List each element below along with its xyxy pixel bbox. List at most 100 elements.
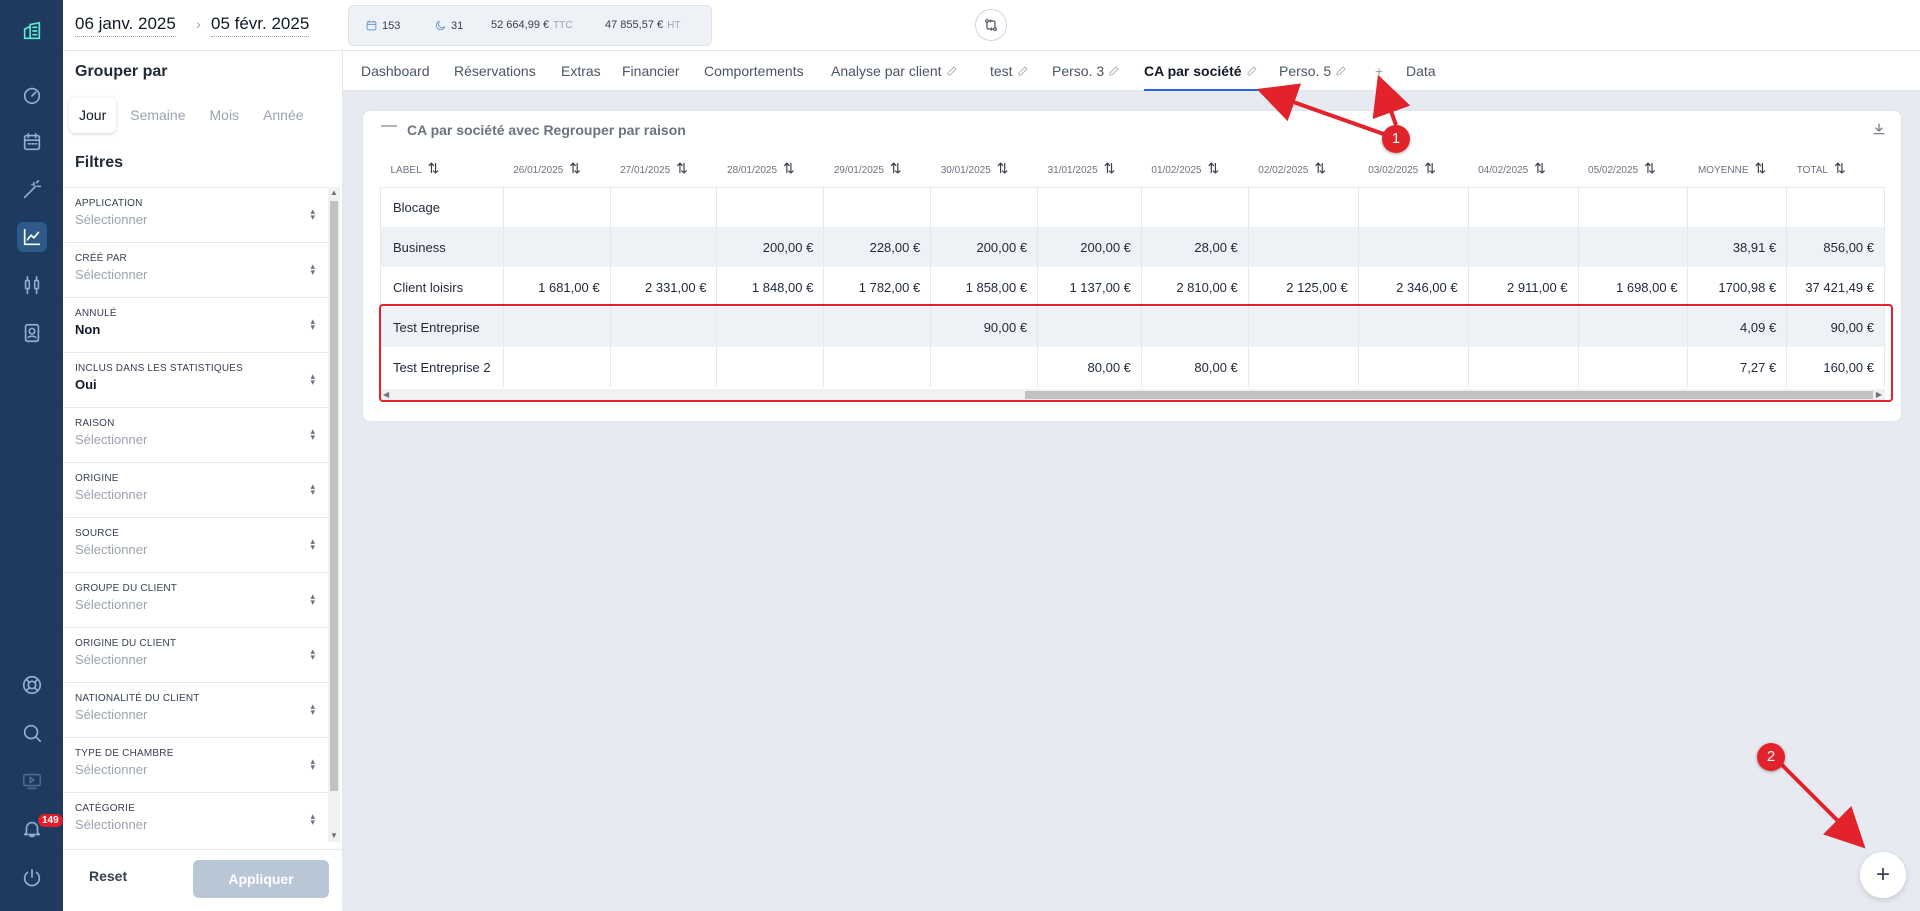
filter-select[interactable]: ORIGINE Sélectionner ▴ ▾ [63,462,329,517]
row-label: Blocage [380,186,504,227]
sort-icon[interactable]: ⇅ [1644,160,1656,176]
add-tab-button[interactable]: + [1375,63,1383,79]
filter-select[interactable]: GROUPE DU CLIENT Sélectionner ▴ ▾ [63,572,329,627]
column-header[interactable]: TOTAL ⇅ [1787,151,1885,187]
select-chevron-icon: ▴ ▾ [310,591,315,607]
filter-value: Sélectionner [75,762,148,777]
notification-badge: 149 [38,814,63,827]
filter-label: CRÉÉ PAR [75,253,127,264]
search-icon[interactable] [17,718,47,748]
column-header[interactable]: 01/02/2025 ⇅ [1141,151,1248,187]
column-header[interactable]: MOYENNE ⇅ [1688,151,1787,187]
filter-label: INCLUS DANS LES STATISTIQUES [75,363,244,374]
filter-select[interactable]: NATIONALITÉ DU CLIENT Sélectionner ▴ ▾ [63,682,329,737]
column-header[interactable]: LABEL ⇅ [381,151,504,187]
filter-label: ORIGINE [75,473,119,484]
collapse-button[interactable]: — [381,117,397,135]
tab-test[interactable]: test [990,63,1029,79]
sort-icon[interactable]: ⇅ [1755,160,1767,176]
filter-select[interactable]: ORIGINE DU CLIENT Sélectionner ▴ ▾ [63,627,329,682]
tab-data[interactable]: Data [1406,63,1436,79]
select-chevron-icon: ▴ ▾ [310,481,315,497]
support-lifebuoy-icon[interactable] [17,670,47,700]
group-by-title: Grouper par [75,63,168,80]
filter-select[interactable]: CATÉGORIE Sélectionner ▴ ▾ [63,792,329,842]
filter-select[interactable]: CRÉÉ PAR Sélectionner ▴ ▾ [63,242,329,297]
filter-select[interactable]: APPLICATION Sélectionner ▴ ▾ [63,187,329,242]
sort-icon[interactable]: ⇅ [1424,160,1436,176]
column-header[interactable]: 02/02/2025 ⇅ [1248,151,1358,187]
reset-button[interactable]: Reset [89,868,127,884]
contact-book-icon[interactable] [17,318,47,348]
date-end[interactable]: 05 févr. 2025 [211,14,310,37]
tab-perso-3[interactable]: Perso. 3 [1052,63,1120,79]
power-icon[interactable] [17,863,47,893]
top-bar: 06 janv. 2025 › 05 févr. 2025 153 31 52 … [63,0,1920,51]
stat-nights: 31 [434,19,463,32]
video-tutorial-icon[interactable] [17,766,47,796]
compare-button[interactable] [975,9,1007,41]
sort-icon[interactable]: ⇅ [783,160,795,176]
column-header[interactable]: 26/01/2025 ⇅ [503,151,610,187]
table-cell [1687,186,1788,227]
sort-icon[interactable]: ⇅ [997,160,1009,176]
column-header[interactable]: 04/02/2025 ⇅ [1468,151,1578,187]
sort-icon[interactable]: ⇅ [1314,160,1326,176]
apply-button[interactable]: Appliquer [193,860,329,898]
tab-analyse-par-client[interactable]: Analyse par client [831,63,958,79]
column-header[interactable]: 30/01/2025 ⇅ [931,151,1038,187]
filter-label: ANNULÉ [75,308,117,319]
column-header[interactable]: 29/01/2025 ⇅ [824,151,931,187]
magic-wand-icon[interactable] [17,175,47,205]
table-cell [1248,227,1359,267]
sort-icon[interactable]: ⇅ [569,160,581,176]
select-chevron-icon: ▴ ▾ [310,261,315,277]
filter-label: TYPE DE CHAMBRE [75,748,174,759]
table-cell: 2 331,00 € [610,267,718,307]
column-header[interactable]: 05/02/2025 ⇅ [1578,151,1688,187]
tab-extras[interactable]: Extras [561,63,601,79]
filter-select[interactable]: ANNULÉ Non ▴ ▾ [63,297,329,352]
group-option-week[interactable]: Semaine [120,97,195,133]
download-button[interactable] [1871,121,1887,140]
tab-perso-5[interactable]: Perso. 5 [1279,63,1347,79]
sort-icon[interactable]: ⇅ [1207,160,1219,176]
column-header[interactable]: 03/02/2025 ⇅ [1358,151,1468,187]
sort-icon[interactable]: ⇅ [1534,160,1546,176]
annotation-marker-1: 1 [1382,125,1410,153]
tab-reservations[interactable]: Réservations [454,63,536,79]
filter-select[interactable]: RAISON Sélectionner ▴ ▾ [63,407,329,462]
calendar-icon [366,20,377,31]
tab-ca-par-societe[interactable]: CA par société [1144,63,1258,79]
table-horizontal-scrollbar[interactable]: ◀ ▶ [380,389,1885,401]
group-option-day[interactable]: Jour [69,97,117,133]
tab-comportements[interactable]: Comportements [704,63,804,79]
table-cell: 37 421,49 € [1786,267,1885,307]
column-header[interactable]: 28/01/2025 ⇅ [717,151,824,187]
table-cell [1786,186,1885,227]
dashboard-gauge-icon[interactable] [17,80,47,110]
tab-financier[interactable]: Financier [622,63,680,79]
column-header[interactable]: 27/01/2025 ⇅ [610,151,717,187]
logo-icon[interactable] [17,16,47,46]
filter-select[interactable]: INCLUS DANS LES STATISTIQUES Oui ▴ ▾ [63,352,329,407]
sort-icon[interactable]: ⇅ [1834,160,1846,176]
add-widget-button[interactable]: + [1860,852,1906,898]
group-option-year[interactable]: Année [253,97,313,133]
analytics-chart-icon[interactable] [17,222,47,252]
sort-icon[interactable]: ⇅ [428,160,440,176]
table-cell: 2 346,00 € [1358,267,1469,307]
filter-select[interactable]: SOURCE Sélectionner ▴ ▾ [63,517,329,572]
table-cell [823,347,932,387]
group-option-month[interactable]: Mois [200,97,250,133]
adjustments-icon[interactable] [17,270,47,300]
filters-scrollbar[interactable]: ▲ ▼ [328,187,340,842]
tab-dashboard[interactable]: Dashboard [361,63,430,79]
date-start[interactable]: 06 janv. 2025 [75,14,176,37]
calendar-nav-icon[interactable] [17,127,47,157]
sort-icon[interactable]: ⇅ [1104,160,1116,176]
sort-icon[interactable]: ⇅ [676,160,688,176]
sort-icon[interactable]: ⇅ [890,160,902,176]
filter-select[interactable]: TYPE DE CHAMBRE Sélectionner ▴ ▾ [63,737,329,792]
column-header[interactable]: 31/01/2025 ⇅ [1038,151,1142,187]
